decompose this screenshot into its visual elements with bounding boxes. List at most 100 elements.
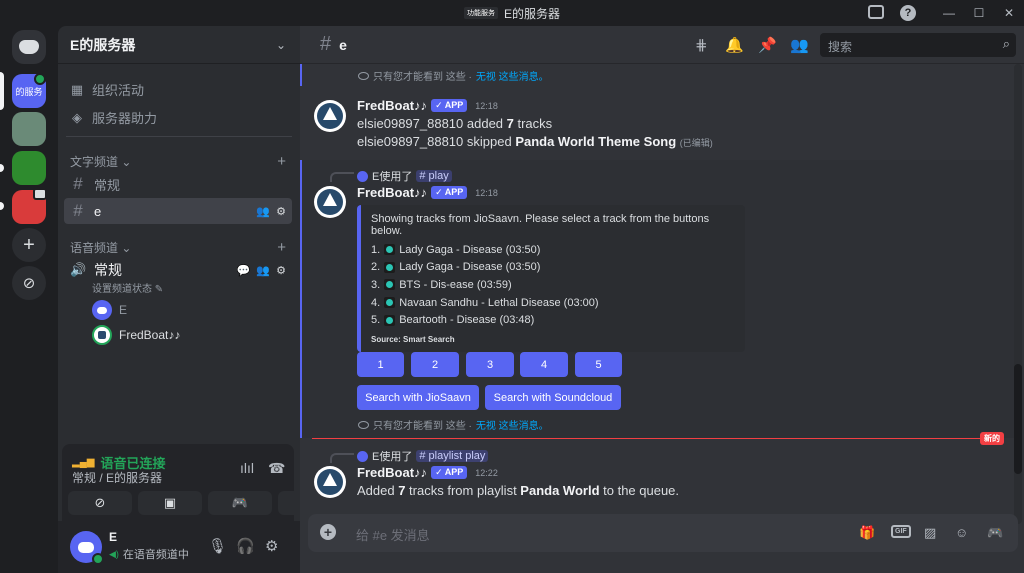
server-icon-minecraft[interactable] xyxy=(12,151,46,185)
screen-share-button[interactable]: ▣ xyxy=(138,491,202,515)
gear-icon[interactable]: ⚙ xyxy=(276,205,286,218)
bot-avatar[interactable] xyxy=(314,186,346,218)
bot-avatar[interactable] xyxy=(314,466,346,498)
gif-icon[interactable]: GIF xyxy=(891,525,911,538)
channel-general[interactable]: # 常规 xyxy=(64,171,292,197)
search-input[interactable]: 搜索 ⌕ xyxy=(820,33,1016,57)
server-boost-link[interactable]: ◈ 服务器助力 xyxy=(70,108,157,127)
command-user: E使用了 xyxy=(372,451,413,463)
dismiss-link[interactable]: 无视 这些消息。 xyxy=(476,417,549,432)
track-select-button-4[interactable]: 4 xyxy=(520,352,568,377)
server-icon-2[interactable] xyxy=(12,112,46,146)
set-channel-status[interactable]: 设置频道状态 ✎ xyxy=(92,280,163,295)
discord-icon xyxy=(357,170,368,182)
user-settings-gear-icon[interactable]: ⚙ xyxy=(265,537,278,555)
author-name[interactable]: FredBoat♪♪ xyxy=(357,185,427,200)
command-name[interactable]: # play xyxy=(416,170,452,182)
help-icon[interactable]: ? xyxy=(900,5,916,21)
minimize-button[interactable]: — xyxy=(934,6,964,20)
chat-bubble-icon[interactable]: 💬 xyxy=(237,264,251,277)
channel-e[interactable]: # e 👥 ⚙ xyxy=(64,198,292,224)
add-server-button[interactable]: + xyxy=(12,228,46,262)
channel-status-hint: 设置频道状态 xyxy=(92,284,152,295)
sticker-icon[interactable]: ▨ xyxy=(924,525,936,541)
voice-channel-name: 常规 xyxy=(94,262,122,278)
camera-button[interactable]: ⊘ xyxy=(68,491,132,515)
gift-icon[interactable]: 🎁 xyxy=(859,525,875,541)
author-name[interactable]: FredBoat♪♪ xyxy=(357,465,427,480)
message-text: Added xyxy=(357,483,399,498)
track-select-button-1[interactable]: 1 xyxy=(357,352,404,377)
eye-icon xyxy=(358,420,369,429)
scrollbar-thumb[interactable] xyxy=(1014,364,1022,474)
voice-member-name: E xyxy=(119,303,128,317)
channel-title: e xyxy=(339,36,347,53)
add-channel-icon[interactable]: + xyxy=(277,153,286,170)
pencil-icon: ✎ xyxy=(154,284,164,295)
direct-messages-button[interactable] xyxy=(12,30,46,64)
track-number: 3. xyxy=(371,278,381,291)
search-jiosaavn-button[interactable]: Search with JioSaavn xyxy=(357,385,479,410)
search-icon: ⌕ xyxy=(1002,36,1010,51)
bell-icon[interactable]: 🔔 xyxy=(725,36,744,54)
track-select-button-2[interactable]: 2 xyxy=(411,352,459,377)
track-select-button-3[interactable]: 3 xyxy=(466,352,514,377)
server-boost-label: 服务器助力 xyxy=(92,111,158,126)
app-tag-text: APP xyxy=(444,100,464,110)
attach-plus-icon[interactable]: + xyxy=(320,524,336,540)
voice-location[interactable]: 常规 / E的服务器 xyxy=(72,469,162,486)
track-select-button-5[interactable]: 5 xyxy=(575,352,622,377)
hash-icon: # xyxy=(73,174,83,193)
microphone-icon[interactable]: 🎙 xyxy=(208,537,227,555)
timestamp: 12:18 xyxy=(475,187,498,198)
track-row: 1. Lady Gaga - Disease (03:50) xyxy=(371,241,735,259)
app-tag-text: APP xyxy=(444,467,464,477)
inbox-icon[interactable] xyxy=(868,5,884,19)
disconnect-icon[interactable]: ☎ xyxy=(268,460,285,477)
invite-icon[interactable]: 👥 xyxy=(256,205,270,218)
hash-icon: # xyxy=(320,33,332,55)
author-name[interactable]: FredBoat♪♪ xyxy=(357,98,427,113)
pin-icon[interactable]: 📌 xyxy=(758,36,777,54)
ephemeral-text: 只有您才能看到 这些 · xyxy=(373,72,472,83)
text-category[interactable]: 文字频道 ⌄ + xyxy=(70,153,286,170)
search-soundcloud-button[interactable]: Search with Soundcloud xyxy=(485,385,621,410)
add-channel-icon[interactable]: + xyxy=(277,239,286,256)
apps-gamepad-icon[interactable]: 🎮 xyxy=(987,525,1003,541)
dismiss-link[interactable]: 无视 这些消息。 xyxy=(476,68,549,83)
message-composer[interactable]: + 给 #e 发消息 🎁 GIF ▨ ☺ 🎮 xyxy=(308,514,1018,552)
events-link[interactable]: ▦ 组织活动 xyxy=(70,80,144,99)
emoji-icon[interactable]: ☺ xyxy=(955,525,968,540)
events-label: 组织活动 xyxy=(92,83,145,98)
gear-icon[interactable]: ⚙ xyxy=(276,264,286,277)
track-row: 4. Navaan Sandhu - Lethal Disease (03:00) xyxy=(371,294,735,312)
noise-suppression-icon[interactable]: ılıl xyxy=(240,460,254,476)
activity-button[interactable]: 🎮 xyxy=(208,491,272,515)
maximize-button[interactable]: ☐ xyxy=(964,6,994,20)
app-badge: 功能服务 xyxy=(463,7,498,19)
voice-member[interactable]: FredBoat♪♪ xyxy=(92,325,180,345)
server-header[interactable]: E的服务器 ⌄ xyxy=(58,26,300,64)
voice-category[interactable]: 语音频道 ⌄ + xyxy=(70,239,286,256)
voice-member[interactable]: E xyxy=(92,300,127,320)
close-button[interactable]: ✕ xyxy=(994,6,1024,20)
reply-spine xyxy=(330,172,354,182)
channel-name: 常规 xyxy=(94,177,121,193)
bot-avatar[interactable] xyxy=(314,100,346,132)
command-name[interactable]: # playlist play xyxy=(416,450,489,462)
discover-button[interactable]: ⊘ xyxy=(12,266,46,300)
headphones-icon[interactable]: 🎧 xyxy=(236,537,255,555)
threads-icon[interactable]: ⋕ xyxy=(695,36,708,54)
camera-off-icon: ⊘ xyxy=(94,495,106,510)
invite-icon[interactable]: 👥 xyxy=(256,264,270,277)
server-icon-label: 的服务 xyxy=(15,86,43,97)
server-name: E的服务器 xyxy=(70,36,136,53)
member-list-icon[interactable]: 👥 xyxy=(790,36,809,54)
track-number: 2. xyxy=(371,261,381,274)
text-category-label: 文字频道 xyxy=(70,155,119,169)
message-scrollbar[interactable] xyxy=(1014,64,1022,524)
command-reply[interactable]: E使用了 # playlist play xyxy=(357,448,489,464)
track-row: 3. BTS - Dis-ease (03:59) xyxy=(371,276,735,294)
command-reply[interactable]: E使用了 # play xyxy=(357,168,452,184)
username: E xyxy=(109,530,118,544)
